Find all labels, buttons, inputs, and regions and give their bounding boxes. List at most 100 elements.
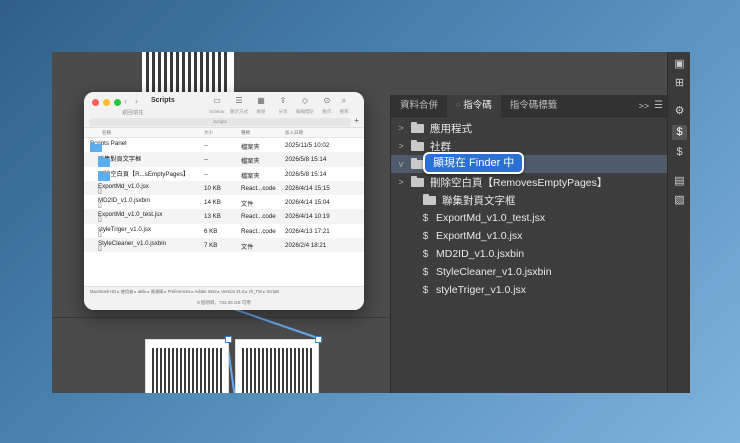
file-list: ⌄Scripts Panel -- 檔案夾 2025/11/5 10:02 ›聯集對頁文… [84,138,364,308]
file-kind: 檔案夾 [241,172,260,180]
file-name-cell: ▯ ExportMd_v1.0.jsx [98,183,149,195]
image-icon[interactable]: ▣ [672,57,687,72]
tag-icon[interactable]: ◇ [294,96,316,105]
tree-item-label: 刪除空白頁【RemovesEmptyPages】 [430,176,608,189]
column-date[interactable]: 加入日期 [285,130,303,136]
file-icon: ▯ [98,245,102,253]
script-file-icon: $ [422,230,429,242]
reveal-in-finder-menu-item[interactable]: 顯現在 Finder 中 [423,152,525,174]
tab-scripts[interactable]: ○ 指令碼 [447,94,501,117]
file-row[interactable]: ›刪除空白頁【R...sEmptyPages】 -- 檔案夾 2026/5/8 15:… [84,167,364,182]
scripts-panel: 資料合併 ○指令碼 指令碼標籤 >> ☰ >應用程式>社群v使用者>刪除空白頁【… [390,94,667,393]
pathfinder-icon[interactable]: ▧ [672,193,687,208]
column-name[interactable]: 名稱 [102,130,111,136]
list-view-icon[interactable]: ☰ [228,96,250,105]
tree-script[interactable]: $ ExportMd_v1.0_test.jsx [391,209,667,227]
file-row[interactable]: ▯ MD2ID_v1.0.jsxbin 14 KB 文件 2026/4/14 15:04 [84,195,364,209]
tree-folder[interactable]: > 刪除空白頁【RemovesEmptyPages】 [391,173,667,191]
disclosure-icon[interactable]: > [395,177,407,187]
forward-icon[interactable]: › [135,96,138,106]
script-gear-icon[interactable]: ⚙ [672,104,687,119]
add-frame-icon[interactable]: ⊞ [672,76,687,91]
toolbar-label: 搜尋 [339,109,349,114]
file-kind: 檔案夾 [241,144,260,151]
file-row[interactable]: ▯ ExportMd_v1.0.jsx 10 KB React...code 2026/… [84,180,364,196]
file-name: 刪除空白頁【R...sEmptyPages】 [98,170,190,178]
file-name: StyleCleaner_v1.0.jsxbin [98,240,167,248]
script-label-icon[interactable]: $ [672,145,687,160]
page-content [146,52,230,97]
file-row[interactable]: ›聯集對頁文字框 -- 檔案夾 2026/5/8 15:14 [84,152,364,168]
right-toolbar: ▣ ⊞ ⚙ $ $ ▤ ▧ [667,52,690,393]
panel-menu-icon[interactable]: ☰ [654,95,663,117]
tab-label: 資料合併 [400,99,439,111]
script-file-icon: $ [422,212,429,224]
tree-item-label: ExportMd_v1.0_test.jsx [436,212,546,224]
file-size: 7 KB [204,242,218,250]
tree-script[interactable]: $ ExportMd_v1.0.jsx [391,227,667,245]
search-icon[interactable]: ⌕ [333,96,355,106]
script-file-icon: $ [422,248,429,260]
tree-item-label: styleTriger_v1.0.jsx [436,284,527,296]
file-kind: 文件 [241,244,254,252]
tab-label: 指令碼 [463,99,492,111]
tree-folder[interactable]: > 應用程式 [391,119,667,137]
column-kind[interactable]: 種類 [241,130,250,136]
sidebar-icon[interactable]: ▭ [206,96,228,105]
text-thread-line [227,306,323,341]
tab-data-merge[interactable]: 資料合併 [391,95,447,117]
share-icon[interactable]: ⇪ [272,96,294,105]
file-name-cell: ▯ ExportMd_v1.0_test.jsx [98,211,163,223]
file-date: 2026/5/8 15:14 [285,170,327,178]
align-icon[interactable]: ▤ [672,174,687,189]
file-row[interactable]: ▯ styleTriger_v1.0.jsx 6 KB React...code 202… [84,224,364,238]
nav-buttons: ‹ › [124,96,138,106]
tree-script[interactable]: $ MD2ID_v1.0.jsxbin [391,245,667,263]
page-left[interactable] [145,336,232,393]
file-row[interactable]: ▯ ExportMd_v1.0_test.jsx 13 KB React...code… [84,209,364,224]
tree-script[interactable]: $ styleTriger_v1.0.jsx [391,281,667,299]
file-size: -- [204,156,209,164]
toolbar-label: 群組 [256,109,266,114]
disclosure-icon[interactable]: > [395,123,407,133]
file-kind: React...code [241,184,276,192]
collapse-panels-icon[interactable]: >> [638,95,649,117]
page-content [152,348,222,393]
tab-script-label[interactable]: 指令碼標籤 [501,95,567,117]
add-icon[interactable]: + [354,116,359,125]
frame-handle[interactable] [315,336,322,343]
folder-icon [411,121,424,133]
tree-folder[interactable]: 聯集對頁文字框 [391,191,667,209]
column-size[interactable]: 大小 [204,130,213,136]
folder-icon [411,139,424,151]
finder-window: ‹ › 返回/前往 Scripts ▭ Sidebar ☰ 顯示方式 ▦ 群組 ⇪ 分享 ◇ 編輯… [84,92,364,310]
back-icon[interactable]: ‹ [124,96,127,106]
tree-script[interactable]: $ StyleCleaner_v1.0.jsxbin [391,263,667,281]
file-date: 2026/4/14 15:15 [285,184,330,192]
minimize-button[interactable] [103,99,110,106]
disclosure-icon[interactable]: > [395,141,407,151]
script-icon[interactable]: $ [672,125,687,140]
file-name: ExportMd_v1.0_test.jsx [98,211,163,219]
file-date: 2026/4/14 15:04 [285,199,330,207]
file-row[interactable]: ▯ StyleCleaner_v1.0.jsxbin 7 KB 文件 2026/2/4 … [84,238,364,253]
status-bar: 8 個項目，733.35 GB 可用 [84,296,364,310]
folder-icon [411,175,424,187]
file-name-cell: ›刪除空白頁【R...sEmptyPages】 [98,169,190,182]
search-field[interactable]: Scripts [89,118,351,126]
page-right[interactable] [235,336,322,393]
file-date: 2025/11/5 10:02 [285,142,330,149]
script-file-icon: $ [422,284,429,296]
frame-handle[interactable] [225,336,232,343]
path-bar[interactable]: Macintosh HD ▸ 使用者 ▸ akilu ▸ 資源庫 ▸ Prefe… [84,286,364,296]
zoom-button[interactable] [114,99,121,106]
group-icon[interactable]: ▦ [250,96,272,105]
file-size: -- [204,142,209,149]
file-row[interactable]: ⌄Scripts Panel -- 檔案夾 2025/11/5 10:02 [84,138,364,153]
file-name-cell: ▯ MD2ID_v1.0.jsxbin [98,197,150,209]
file-name-cell: ⌄Scripts Panel [90,140,126,153]
finder-title: Scripts [151,97,175,104]
close-button[interactable] [92,99,99,106]
page-thumbnail-top [142,52,234,97]
disclosure-icon[interactable]: v [395,159,407,169]
